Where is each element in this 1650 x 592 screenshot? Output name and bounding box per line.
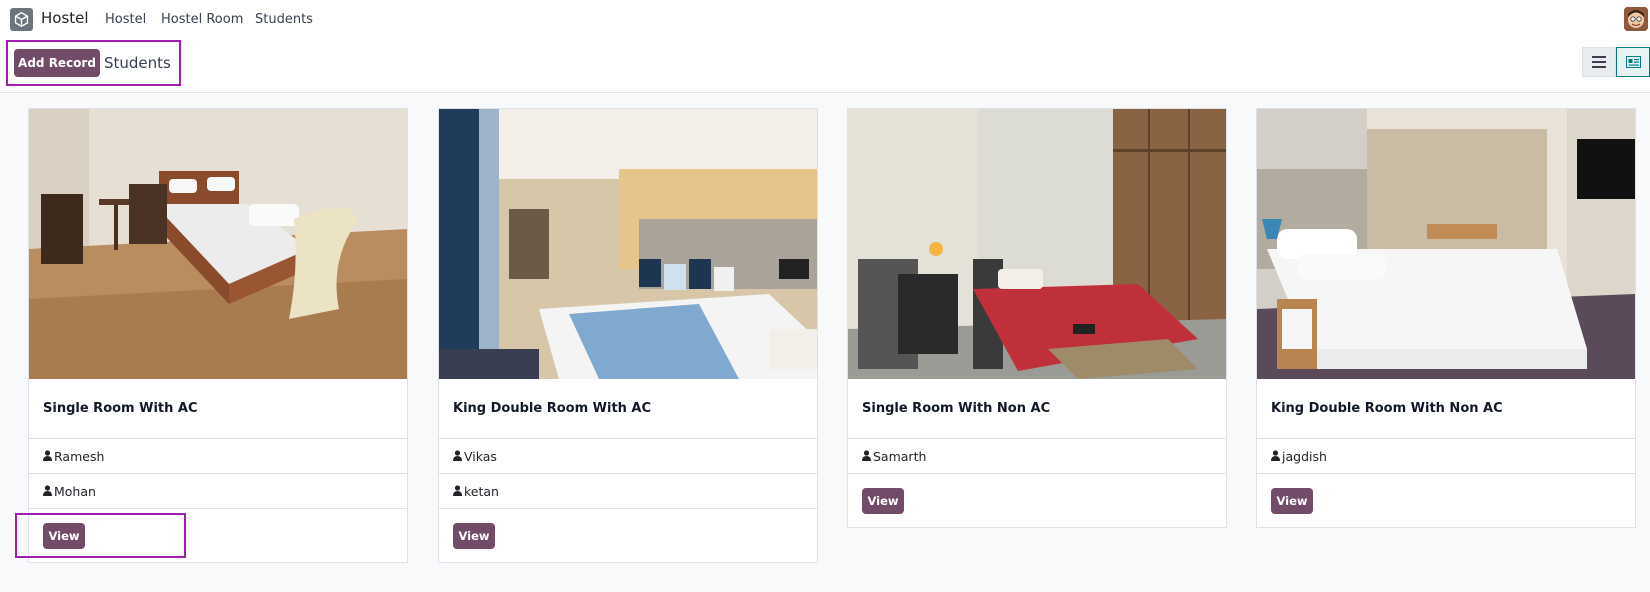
- view-button[interactable]: View: [862, 487, 904, 514]
- card-footer: View: [439, 509, 817, 562]
- top-navbar: Hostel Hostel Hostel Room Students: [0, 0, 1650, 40]
- room-card[interactable]: Single Room With Non AC Samarth View: [847, 108, 1227, 528]
- room-title: King Double Room With AC: [439, 379, 817, 439]
- control-panel: [0, 40, 1650, 93]
- view-switcher: [1582, 47, 1650, 77]
- view-button[interactable]: View: [1271, 487, 1313, 514]
- user-icon: [1271, 449, 1280, 464]
- annotation-highlight-box: [15, 513, 186, 558]
- list-view-icon[interactable]: [1582, 47, 1616, 77]
- student-name: Vikas: [464, 448, 497, 464]
- student-row: Vikas: [439, 439, 817, 474]
- user-icon: [43, 449, 52, 464]
- kanban-view-icon[interactable]: [1616, 47, 1650, 77]
- student-row: jagdish: [1257, 439, 1635, 474]
- user-icon: [862, 449, 871, 464]
- nav-item-hostel[interactable]: Hostel: [105, 12, 146, 27]
- room-card[interactable]: Single Room With AC Ramesh Mohan View: [28, 108, 408, 563]
- student-row: Ramesh: [29, 439, 407, 474]
- room-photo-single-non-ac: [848, 109, 1226, 379]
- app-name[interactable]: Hostel: [41, 9, 89, 27]
- breadcrumb: Students: [104, 54, 171, 72]
- user-icon: [43, 484, 52, 499]
- room-card[interactable]: King Double Room With Non AC jagdish Vie…: [1256, 108, 1636, 528]
- nav-item-hostel-room[interactable]: Hostel Room: [161, 12, 243, 27]
- user-icon: [453, 484, 462, 499]
- student-name: jagdish: [1282, 448, 1327, 464]
- room-title: Single Room With Non AC: [848, 379, 1226, 439]
- add-record-button[interactable]: Add Record: [14, 49, 100, 77]
- room-photo-king-ac: [439, 109, 817, 379]
- student-name: Samarth: [873, 448, 927, 464]
- student-name: Mohan: [54, 483, 96, 499]
- room-title: Single Room With AC: [29, 379, 407, 439]
- app-logo-icon[interactable]: [10, 8, 33, 31]
- user-icon: [453, 449, 462, 464]
- room-card[interactable]: King Double Room With AC Vikas ketan Vie…: [438, 108, 818, 563]
- student-row: Samarth: [848, 439, 1226, 474]
- student-name: Ramesh: [54, 448, 105, 464]
- room-photo-king-non-ac: [1257, 109, 1635, 379]
- student-row: ketan: [439, 474, 817, 509]
- card-footer: View: [848, 474, 1226, 527]
- room-title: King Double Room With Non AC: [1257, 379, 1635, 439]
- nav-item-students[interactable]: Students: [255, 12, 313, 27]
- student-row: Mohan: [29, 474, 407, 509]
- view-button[interactable]: View: [453, 522, 495, 549]
- room-photo-single-ac: [29, 109, 407, 379]
- student-name: ketan: [464, 483, 499, 499]
- user-avatar[interactable]: [1624, 7, 1648, 31]
- card-footer: View: [1257, 474, 1635, 527]
